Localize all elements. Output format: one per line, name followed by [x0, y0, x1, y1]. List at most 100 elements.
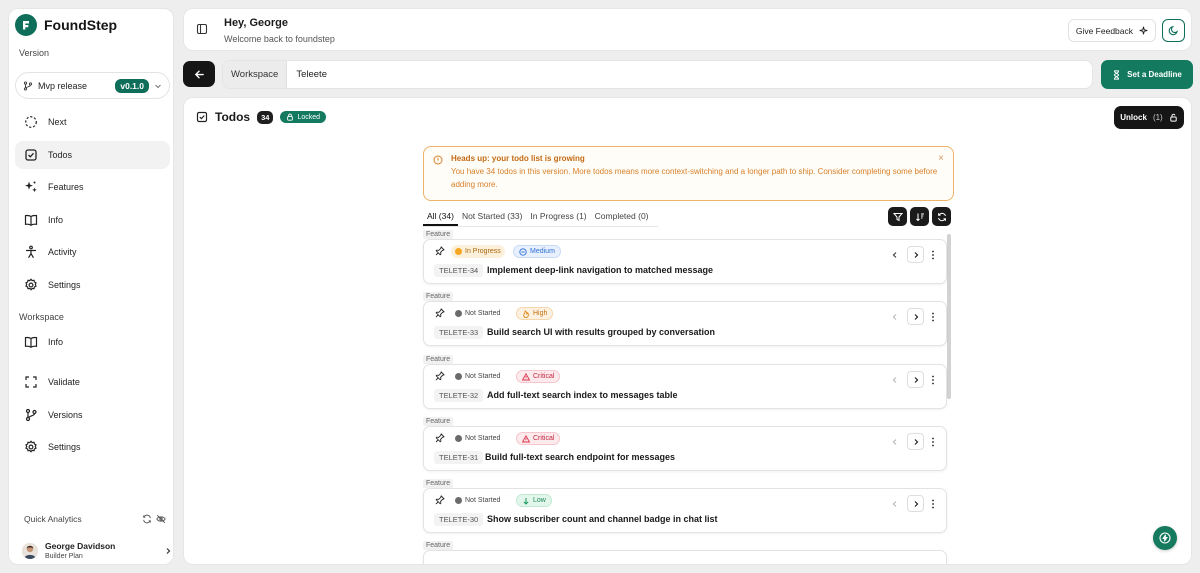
- todo-id: TELETE-30: [434, 513, 484, 526]
- move-left-button[interactable]: [886, 308, 903, 325]
- todo-card[interactable]: Not Started High TELETE-33 Build search …: [423, 301, 947, 346]
- tab-not-started[interactable]: Not Started (33): [458, 207, 526, 226]
- pin-icon[interactable]: [435, 308, 445, 318]
- status-label: In Progress: [465, 248, 501, 255]
- sidebar-item-label: Info: [48, 337, 64, 347]
- minus-circle-icon: [519, 247, 527, 256]
- todo-title: Implement deep-link navigation to matche…: [487, 265, 714, 275]
- pin-icon[interactable]: [435, 495, 445, 505]
- todos-title: Todos: [215, 110, 251, 124]
- move-left-button[interactable]: [886, 246, 903, 263]
- more-options-button[interactable]: [928, 495, 938, 512]
- user-plan: Builder Plan: [45, 553, 83, 560]
- move-right-button[interactable]: [907, 308, 924, 325]
- todo-card[interactable]: Not Started Critical TELETE-32 Add full-…: [423, 364, 947, 409]
- version-select[interactable]: Mvp release v0.1.0: [15, 72, 170, 99]
- chevron-left-icon: [892, 313, 896, 320]
- todo-id: TELETE-33: [434, 326, 484, 339]
- quick-analytics: Quick Analytics: [24, 514, 166, 524]
- todo-card[interactable]: [423, 550, 947, 564]
- foundstep-logo-icon: [15, 14, 37, 36]
- sidebar-item-versions[interactable]: Versions: [15, 401, 170, 429]
- todo-id: TELETE-32: [434, 389, 484, 402]
- filter-button[interactable]: [888, 207, 907, 226]
- sort-button[interactable]: [910, 207, 929, 226]
- status-dot: [455, 310, 462, 317]
- priority-label: High: [533, 310, 548, 317]
- status-dot: [455, 373, 462, 380]
- sidebar-item-workspace-info[interactable]: Info: [15, 328, 170, 356]
- priority-badge: Critical: [516, 370, 561, 383]
- priority-badge: Medium: [513, 245, 561, 258]
- todo-card[interactable]: Not Started Low TELETE-30 Show subscribe…: [423, 488, 947, 533]
- back-button[interactable]: [183, 61, 215, 87]
- todo-title: Build full-text search endpoint for mess…: [485, 452, 676, 462]
- close-icon[interactable]: ×: [938, 153, 944, 164]
- priority-badge: Low: [516, 494, 552, 507]
- brand[interactable]: FoundStep: [15, 14, 117, 36]
- refresh-button[interactable]: [932, 207, 951, 226]
- move-right-button[interactable]: [907, 246, 924, 263]
- refresh-icon[interactable]: [142, 514, 152, 524]
- pin-icon[interactable]: [435, 371, 445, 381]
- sidebar-item-activity[interactable]: Activity: [15, 238, 170, 266]
- todo-type-tag: Feature: [423, 479, 454, 488]
- status-badge: Not Started: [451, 432, 504, 445]
- tab-all[interactable]: All (34): [423, 207, 458, 226]
- sidebar-toggle-icon[interactable]: [196, 23, 208, 35]
- sidebar-item-validate[interactable]: Validate: [15, 368, 170, 396]
- chevron-left-icon: [892, 376, 896, 383]
- sidebar-item-features[interactable]: Features: [15, 173, 170, 201]
- move-left-button[interactable]: [886, 495, 903, 512]
- move-right-button[interactable]: [907, 371, 924, 388]
- sidebar-item-todos[interactable]: Todos: [15, 141, 170, 169]
- warning-triangle-icon: [522, 372, 530, 380]
- eye-off-icon[interactable]: [156, 514, 166, 524]
- git-branch-icon: [23, 81, 33, 90]
- todo-title: Build search UI with results grouped by …: [487, 327, 716, 337]
- sidebar-item-settings[interactable]: Settings: [15, 271, 170, 299]
- todo-tabs: All (34) Not Started (33) In Progress (1…: [423, 207, 658, 227]
- tab-in-progress[interactable]: In Progress (1): [526, 207, 590, 226]
- status-badge: Not Started: [451, 370, 504, 383]
- move-right-button[interactable]: [907, 495, 924, 512]
- set-deadline-button[interactable]: Set a Deadline: [1101, 60, 1193, 89]
- user-profile[interactable]: George Davidson Builder Plan: [22, 541, 172, 560]
- todo-card[interactable]: In Progress Medium TELETE-34 Implement d…: [423, 239, 947, 284]
- give-feedback-button[interactable]: Give Feedback: [1067, 19, 1156, 42]
- unlock-icon: [1170, 113, 1177, 122]
- refresh-icon: [937, 212, 946, 221]
- pin-icon[interactable]: [435, 246, 445, 256]
- move-left-button[interactable]: [886, 371, 903, 388]
- theme-toggle-button[interactable]: [1162, 19, 1185, 42]
- move-right-button[interactable]: [907, 433, 924, 450]
- alert-body: You have 34 todos in this version. More …: [451, 167, 938, 189]
- sidebar-item-info[interactable]: Info: [15, 206, 170, 234]
- unlock-button[interactable]: Unlock (1): [1114, 106, 1184, 129]
- sidebar-item-label: Activity: [48, 247, 77, 257]
- list-scrollbar[interactable]: [947, 234, 951, 399]
- todo-card[interactable]: Not Started Critical TELETE-31 Build ful…: [423, 426, 947, 471]
- todos-panel: Todos 34 Locked Unlock (1) Heads up: you…: [183, 97, 1192, 565]
- tab-completed[interactable]: Completed (0): [591, 207, 653, 226]
- sidebar-item-next[interactable]: Next: [15, 108, 170, 136]
- version-section-label: Version: [19, 48, 50, 58]
- workspace-name[interactable]: Teleete: [287, 69, 327, 80]
- quick-action-button[interactable]: [1153, 526, 1177, 550]
- more-options-button[interactable]: [928, 371, 938, 388]
- workspace-bar: Workspace Teleete: [222, 60, 1093, 89]
- sidebar-item-workspace-settings[interactable]: Settings: [15, 433, 170, 461]
- more-options-button[interactable]: [928, 246, 938, 263]
- sparkle-icon: [1139, 26, 1148, 35]
- todo-controls: [886, 495, 938, 512]
- pin-icon[interactable]: [435, 433, 445, 443]
- move-left-button[interactable]: [886, 433, 903, 450]
- arrow-down-icon: [523, 497, 529, 505]
- sidebar-item-label: Features: [48, 182, 84, 192]
- warning-triangle-icon: [522, 434, 530, 442]
- top-header: Hey, George Welcome back to foundstep Gi…: [183, 8, 1192, 51]
- sidebar-item-label: Settings: [48, 442, 81, 452]
- more-options-button[interactable]: [928, 308, 938, 325]
- more-options-button[interactable]: [928, 433, 938, 450]
- chevron-left-icon: [892, 438, 896, 445]
